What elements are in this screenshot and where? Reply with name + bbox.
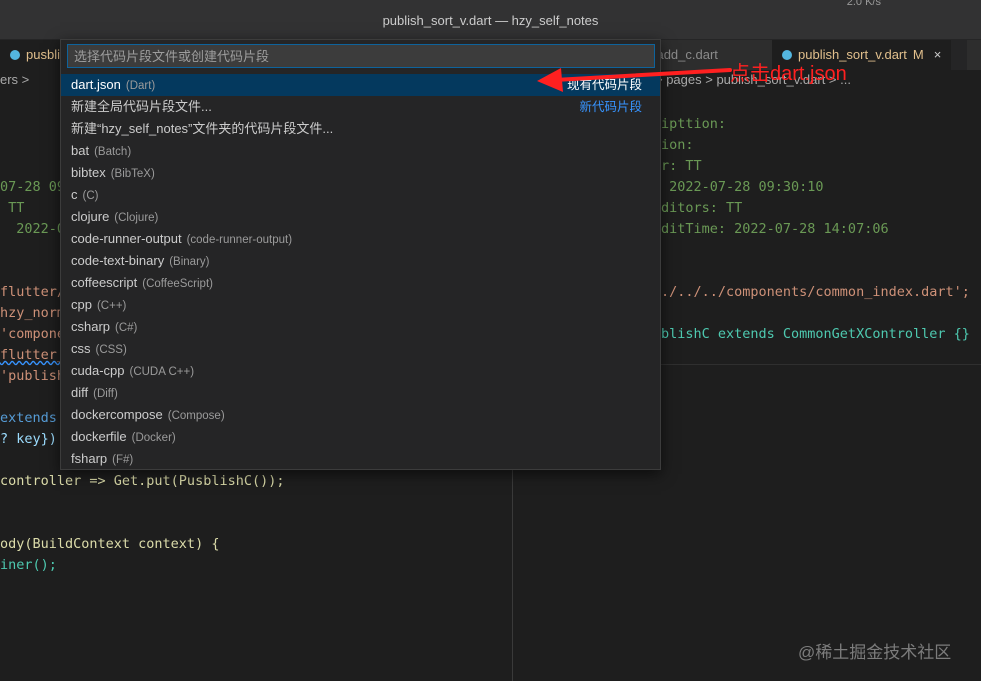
snippet-item-csharp[interactable]: csharp (C#) (61, 316, 660, 338)
snippet-item-c[interactable]: c (C) (61, 184, 660, 206)
code-line: ? key}) (0, 431, 57, 447)
code-line: hzy_norm (0, 305, 66, 321)
snippet-item-coffeescript[interactable]: coffeescript (CoffeeScript) (61, 272, 660, 294)
snippet-item-new-folder[interactable]: 新建“hzy_self_notes”文件夹的代码片段文件... (61, 118, 660, 140)
snippet-item-diff[interactable]: diff (Diff) (61, 382, 660, 404)
code-line: flutter/ (0, 284, 66, 300)
code-line: ipttion: (661, 116, 727, 132)
snippet-item-css[interactable]: css (CSS) (61, 338, 660, 360)
snippet-item-code-text-binary[interactable]: code-text-binary (Binary) (61, 250, 660, 272)
annotation-arrow-icon (537, 68, 732, 92)
code-line: 'publish (0, 368, 66, 384)
code-line: ditors: TT (661, 200, 743, 216)
code-line: flutter_ (0, 347, 66, 363)
snippet-item-dockerfile[interactable]: dockerfile (Docker) (61, 426, 660, 448)
window-title: publish_sort_v.dart — hzy_self_notes (382, 13, 599, 28)
snippet-item-bibtex[interactable]: bibtex (BibTeX) (61, 162, 660, 184)
group-label-new: 新代码片段 (579, 100, 642, 114)
watermark: @稀土掘金技术社区 (798, 643, 952, 662)
title-bar: 2.0 K/s publish_sort_v.dart — hzy_self_n… (0, 0, 981, 40)
modified-badge: M (912, 47, 924, 62)
snippet-item-clojure[interactable]: clojure (Clojure) (61, 206, 660, 228)
code-line: iner(); (0, 557, 57, 573)
snippet-item-cuda-cpp[interactable]: cuda-cpp (CUDA C++) (61, 360, 660, 382)
code-line: 2022-07-28 09:30:10 (661, 179, 824, 195)
snippet-item-dockercompose[interactable]: dockercompose (Compose) (61, 404, 660, 426)
snippet-item-bat[interactable]: bat (Batch) (61, 140, 660, 162)
snippet-item-new-global[interactable]: 新建全局代码片段文件... 新代码片段 (61, 96, 660, 118)
code-line: controller => Get.put(PusblishC()); (0, 473, 285, 489)
code-line: TT (0, 200, 25, 216)
network-speed: 2.0 K/s (846, 0, 881, 8)
code-line: r: TT (661, 158, 702, 174)
close-icon[interactable]: × (934, 47, 942, 62)
snippet-item-cpp[interactable]: cpp (C++) (61, 294, 660, 316)
breadcrumb-left[interactable]: ers > (0, 72, 29, 87)
code-line: blishC extends CommonGetXController {} (661, 326, 970, 342)
code-line: 2022-0 (0, 221, 66, 237)
snippet-item-fsharp[interactable]: fsharp (F#) (61, 448, 660, 470)
snippet-quick-pick: dart.json(Dart) 现有代码片段 新建全局代码片段文件... 新代码… (60, 39, 661, 470)
snippet-item-code-runner-output[interactable]: code-runner-output (code-runner-output) (61, 228, 660, 250)
dart-file-icon (10, 50, 20, 60)
annotation-text: 点击dart.json (730, 63, 847, 85)
tab-overflow[interactable] (967, 40, 981, 70)
code-line: ./../../components/common_index.dart'; (661, 284, 970, 300)
code-line: ditTime: 2022-07-28 14:07:06 (661, 221, 889, 237)
code-line: ody(BuildContext context) { (0, 536, 220, 552)
code-line: ion: (661, 137, 694, 153)
code-line: 'compone (0, 326, 66, 342)
code-line: extends (0, 410, 57, 426)
